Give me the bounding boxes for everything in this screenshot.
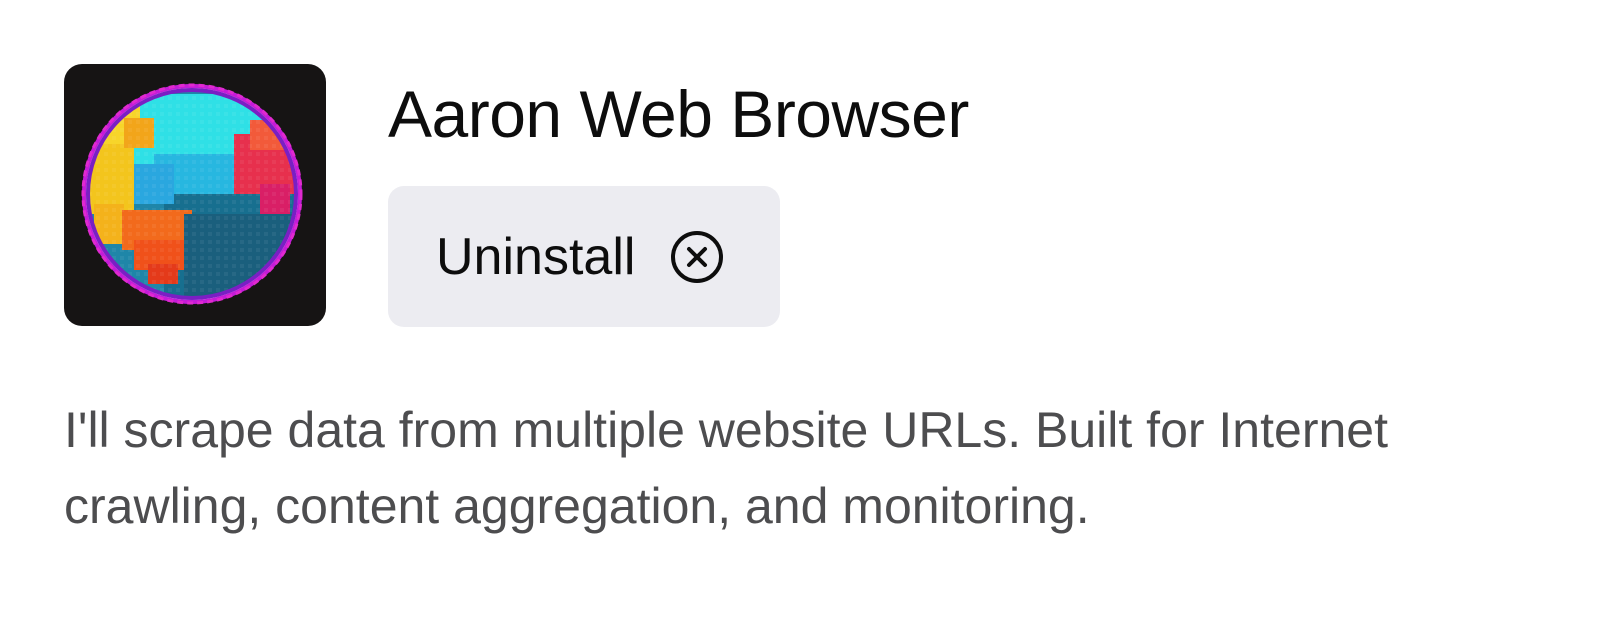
plugin-card: Aaron Web Browser Uninstall I'll scrape … bbox=[0, 0, 1604, 627]
plugin-description: I'll scrape data from multiple website U… bbox=[64, 402, 1388, 534]
pixel-globe-icon bbox=[81, 83, 303, 305]
uninstall-button[interactable]: Uninstall bbox=[388, 186, 780, 327]
uninstall-button-label: Uninstall bbox=[436, 227, 636, 286]
plugin-logo bbox=[64, 64, 326, 326]
plugin-title: Aaron Web Browser bbox=[388, 77, 969, 151]
circle-x-icon bbox=[669, 229, 725, 285]
